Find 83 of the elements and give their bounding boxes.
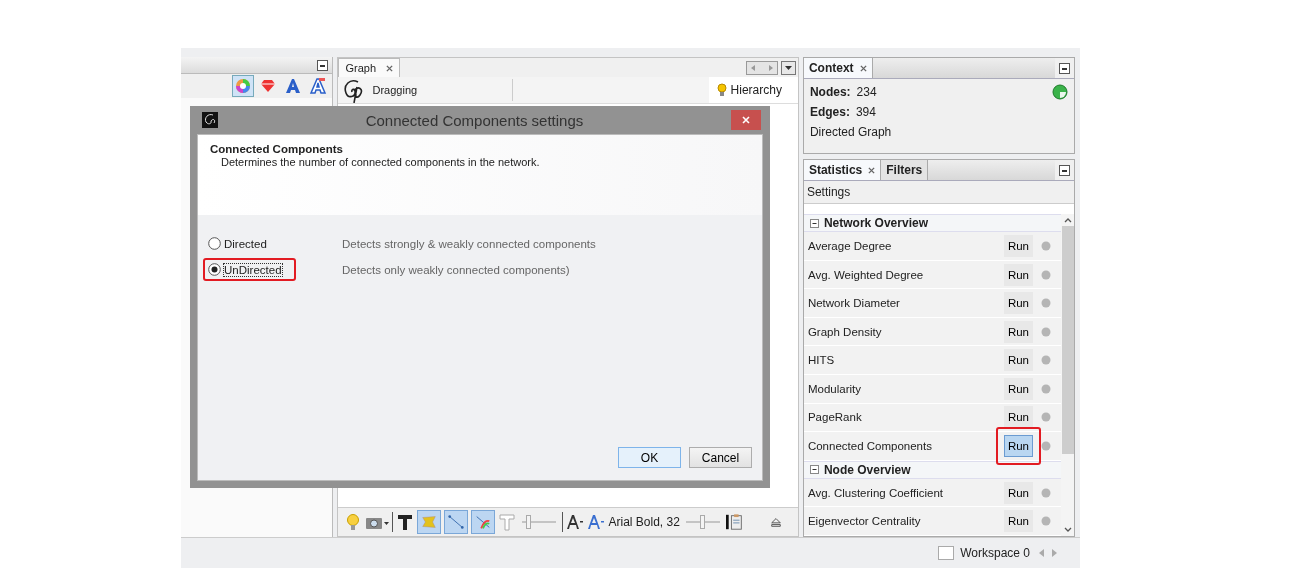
statistic-name: Avg. Clustering Coefficient [807,486,944,499]
color-wheel-icon[interactable] [232,75,255,97]
collapse-icon[interactable] [809,465,819,475]
close-icon[interactable] [868,166,876,174]
status-dot [1041,516,1051,527]
dropdown-icon[interactable] [780,60,796,75]
slider-thumb[interactable] [699,515,705,529]
group-title: Node Overview [823,462,911,477]
status-dot [1041,269,1051,280]
edge-color-icon[interactable] [471,510,496,534]
run-button[interactable]: Run [1003,263,1033,286]
dialog-title: Connected Components settings [364,111,585,129]
font-color-icon[interactable] [587,513,606,531]
run-button[interactable]: Run [1003,234,1033,257]
status-dot [1041,383,1051,394]
radio-option[interactable]: UnDirected [203,258,296,281]
statistic-name: Average Degree [807,239,893,252]
run-button[interactable]: Run [1003,377,1033,400]
workspace-icon [938,546,955,560]
dialog-button[interactable]: OK [618,447,681,468]
option-description: Detects only weakly connected components) [342,263,570,276]
logo-icon [202,112,218,128]
panel-tab[interactable]: Filters [881,160,929,180]
status-dot [1041,298,1051,309]
statistic-name: HITS [807,354,836,367]
tool-label: Dragging [372,84,419,96]
clipboard-icon[interactable] [725,513,744,531]
run-button[interactable]: Run [1003,434,1033,457]
close-button[interactable] [731,110,761,130]
statistic-name: Modularity [807,382,862,395]
run-button[interactable]: Run [1003,349,1033,372]
caret-up-icon[interactable] [1062,216,1073,224]
graph-type: Directed Graph [809,124,892,139]
minimize-icon[interactable] [1059,62,1070,74]
node-shape-icon[interactable] [417,510,442,534]
nodes-label: Nodes: [809,84,851,99]
statistic-name: Connected Components [807,439,933,452]
graph-tab[interactable]: Graph [338,58,401,77]
run-button[interactable]: Run [1003,320,1033,343]
status-dot [1041,355,1051,366]
scrollbar[interactable] [1061,214,1074,536]
status-dot [1041,412,1051,423]
run-button[interactable]: Run [1003,510,1033,533]
hierarchy-button[interactable]: Hierarchy [708,77,798,103]
radio-option[interactable]: Directed [203,232,281,255]
status-icon [1052,83,1068,100]
eject-icon[interactable] [769,516,782,528]
statistic-name: PageRank [807,411,863,424]
radio-icon[interactable] [208,263,221,276]
font-label[interactable]: Arial Bold, 32 [608,515,680,529]
close-icon[interactable] [859,64,867,72]
collapse-icon[interactable] [809,218,819,228]
caret-down-icon[interactable] [1062,526,1073,534]
context-tab[interactable]: Context [803,58,873,78]
edges-label: Edges: [809,104,850,119]
run-button[interactable]: Run [1003,481,1033,504]
status-dot [1041,487,1051,498]
status-dot [1041,240,1051,251]
minimize-icon[interactable] [317,59,329,71]
statistic-name: Eigenvector Centrality [807,515,922,528]
dialog-description: Determines the number of connected components in the network. [220,156,541,168]
run-button[interactable]: Run [1003,406,1033,429]
dialog-heading: Connected Components [210,143,344,155]
status-dot [1041,440,1051,451]
bulb-icon [716,83,727,97]
statistic-name: Avg. Weighted Degree [807,268,925,281]
close-icon[interactable] [386,64,394,72]
group-title: Network Overview [823,216,928,231]
dialog-button[interactable]: Cancel [689,447,752,468]
statistic-name: Graph Density [807,325,883,338]
statistic-name: Network Diameter [807,297,901,310]
slider-thumb[interactable] [526,515,532,529]
text-icon[interactable] [396,513,415,531]
minimize-icon[interactable] [1059,164,1070,176]
radio-icon[interactable] [208,237,221,250]
option-description: Detects strongly & weakly connected components [342,237,596,250]
status-dot [1041,326,1051,337]
run-button[interactable]: Run [1003,292,1033,315]
nodes-count: 234 [856,84,877,99]
edges-count: 394 [855,104,876,119]
font-size-icon[interactable] [566,513,585,531]
panel-tab[interactable]: Statistics [803,160,882,180]
workspace-label: Workspace 0 [960,546,1030,560]
